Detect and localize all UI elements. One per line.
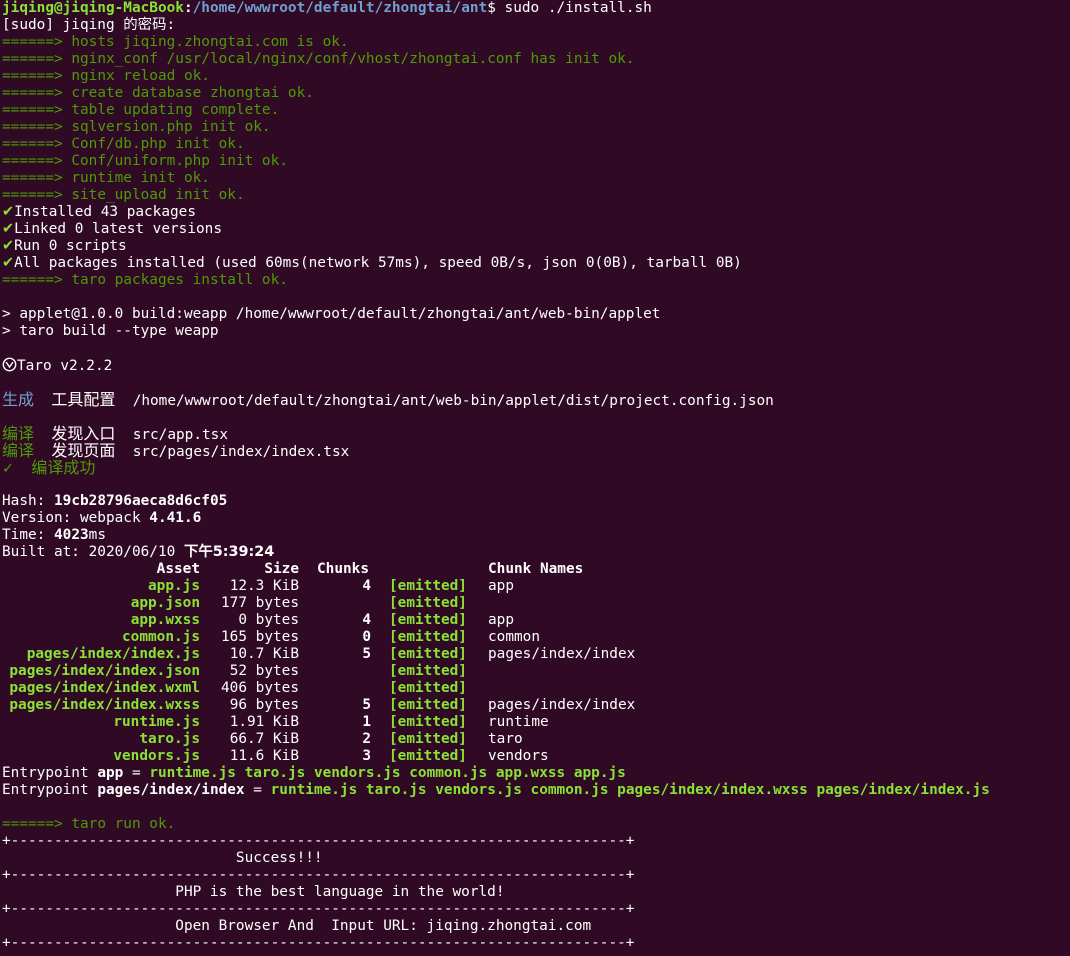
asset-status: [emitted] (389, 680, 467, 696)
asset-size: 52 bytes (229, 663, 299, 679)
entrypoint-pages-index: Entrypoint pages/index/index = runtime.j… (2, 782, 990, 798)
box-border-top: +---------------------------------------… (2, 833, 635, 849)
asset-status: [emitted] (389, 595, 467, 611)
check-icon: ✔ (2, 221, 15, 237)
install-step-line: ======> create database zhongtai ok. (2, 85, 314, 101)
asset-size: 96 bytes (229, 697, 299, 713)
asset-status: [emitted] (389, 748, 467, 764)
prompt-user-host: jiqing@jiqing-MacBook (2, 0, 184, 16)
taro-version-line: Taro v2.2.2 (2, 357, 112, 374)
install-step-line: ======> sqlversion.php init ok. (2, 119, 271, 135)
build-command-1: > applet@1.0.0 build:weapp /home/wwwroot… (2, 306, 661, 322)
prompt-command: sudo ./install.sh (504, 0, 652, 16)
install-step-line: ======> table updating complete. (2, 102, 280, 118)
box-border-1: +---------------------------------------… (2, 867, 635, 883)
webpack-built-at: Built at: 2020/06/10 下午5:39:24 (2, 544, 275, 560)
asset-size: 0 bytes (238, 612, 299, 628)
asset-size: 11.6 KiB (229, 748, 299, 764)
asset-chunks: 5 (362, 697, 371, 713)
box-border-2: +---------------------------------------… (2, 901, 635, 917)
asset-chunk-names: taro (488, 731, 523, 747)
install-step-line: ======> nginx reload ok. (2, 68, 210, 84)
asset-name: pages/index/index.wxml (9, 680, 200, 696)
asset-status: [emitted] (389, 578, 467, 594)
webpack-time: Time: 4023ms (2, 527, 106, 543)
terminal-window[interactable]: jiqing@jiqing-MacBook:/home/wwwroot/defa… (0, 0, 1070, 956)
shell-prompt-line: jiqing@jiqing-MacBook:/home/wwwroot/defa… (2, 0, 652, 16)
asset-name: app.json (130, 595, 200, 611)
taro-install-line: ======> taro packages install ok. (2, 272, 288, 288)
asset-size: 1.91 KiB (229, 714, 299, 730)
asset-chunk-names: runtime (488, 714, 549, 730)
prompt-path: /home/wwwroot/default/zhongtai/ant (192, 0, 488, 16)
asset-status: [emitted] (389, 697, 467, 713)
asset-status: [emitted] (389, 663, 467, 679)
asset-chunks (317, 680, 371, 697)
asset-chunks (317, 663, 371, 680)
asset-status: [emitted] (389, 629, 467, 645)
install-step-line: ======> hosts jiqing.zhongtai.com is ok. (2, 34, 349, 50)
entrypoint-app: Entrypoint app = runtime.js taro.js vend… (2, 765, 626, 781)
asset-name: app.wxss (130, 612, 200, 628)
box-php-line: PHP is the best language in the world! (2, 884, 505, 900)
compile-success-line: ✓ 编译成功 (2, 458, 96, 477)
asset-name: pages/index/index.js (26, 646, 200, 662)
asset-size: 12.3 KiB (229, 578, 299, 594)
asset-chunk-names: app (488, 578, 514, 594)
install-step-line: ======> Conf/uniform.php init ok. (2, 153, 288, 169)
npm-result-line: ✔Linked 0 latest versions (2, 221, 222, 237)
asset-chunk-names: app (488, 612, 514, 628)
asset-chunks: 4 (362, 612, 371, 628)
asset-status: [emitted] (389, 646, 467, 662)
check-icon: ✔ (2, 204, 15, 220)
sudo-prompt: [sudo] jiqing 的密码: (2, 17, 176, 33)
asset-chunks: 5 (362, 646, 371, 662)
npm-result-line: ✔All packages installed (used 60ms(netwo… (2, 255, 742, 271)
asset-chunk-names: common (488, 629, 540, 645)
install-step-line: ======> runtime init ok. (2, 170, 210, 186)
check-icon: ✓ (2, 461, 15, 477)
install-step-line: ======> site_upload init ok. (2, 187, 245, 203)
asset-name: runtime.js (113, 714, 200, 730)
asset-size: 66.7 KiB (229, 731, 299, 747)
asset-chunks: 3 (362, 748, 371, 764)
asset-name: app.js (148, 578, 200, 594)
npm-result-line: ✔Installed 43 packages (2, 204, 197, 220)
box-border-bottom: +---------------------------------------… (2, 935, 635, 951)
asset-name: vendors.js (113, 748, 200, 764)
asset-size: 10.7 KiB (229, 646, 299, 662)
npm-result-line: ✔Run 0 scripts (2, 238, 127, 254)
check-icon: ✔ (2, 238, 15, 254)
asset-chunks: 4 (362, 578, 371, 594)
webpack-hash: Hash: 19cb28796aeca8d6cf05 (2, 493, 228, 509)
asset-status: [emitted] (389, 731, 467, 747)
asset-size: 177 bytes (221, 595, 299, 611)
asset-chunks: 1 (362, 714, 371, 730)
box-url-line: Open Browser And Input URL: jiqing.zhong… (2, 918, 592, 934)
asset-name: pages/index/index.json (9, 663, 200, 679)
install-step-line: ======> Conf/db.php init ok. (2, 136, 245, 152)
asset-chunks: 0 (362, 629, 371, 645)
asset-chunk-names: pages/index/index (488, 646, 636, 662)
asset-status: [emitted] (389, 714, 467, 730)
asset-chunk-names: vendors (488, 748, 549, 764)
generate-line: 生成 工具配置 /home/wwwroot/default/zhongtai/a… (2, 390, 774, 409)
asset-status: [emitted] (389, 612, 467, 628)
asset-name: common.js (122, 629, 200, 645)
box-success: Success!!! (2, 850, 323, 866)
asset-chunks: 2 (362, 731, 371, 747)
asset-name: taro.js (139, 731, 200, 747)
install-step-line: ======> nginx_conf /usr/local/nginx/conf… (2, 51, 635, 67)
asset-size: 165 bytes (221, 629, 299, 645)
taro-run-line: ======> taro run ok. (2, 816, 176, 832)
check-icon: ✔ (2, 255, 15, 271)
asset-chunks (317, 595, 371, 612)
asset-name: pages/index/index.wxss (9, 697, 200, 713)
build-command-2: > taro build --type weapp (2, 323, 219, 339)
taro-logo-icon (2, 357, 17, 372)
asset-chunk-names: pages/index/index (488, 697, 636, 713)
webpack-version: Version: webpack 4.41.6 (2, 510, 202, 526)
asset-size: 406 bytes (221, 680, 299, 696)
